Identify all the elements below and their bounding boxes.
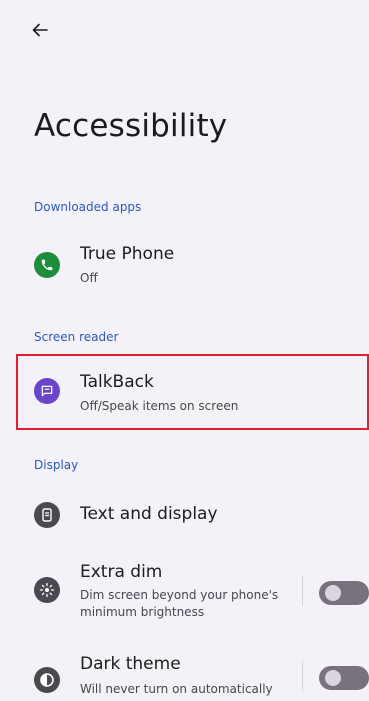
highlight-box [16, 354, 369, 430]
section-display: Display [34, 458, 79, 472]
text-display-icon [34, 502, 60, 528]
phone-icon [34, 252, 60, 278]
item-subtitle-line1: Dim screen beyond your phone's [80, 588, 279, 602]
section-screen-reader: Screen reader [34, 330, 119, 344]
divider [302, 576, 303, 606]
item-title: True Phone [80, 244, 175, 264]
item-subtitle-line2: minimum brightness [80, 605, 205, 619]
divider [302, 661, 303, 691]
section-downloaded-apps: Downloaded apps [34, 200, 142, 214]
extra-dim-icon [34, 577, 60, 603]
toggle-knob [325, 670, 341, 686]
item-title: Dark theme [80, 654, 181, 674]
item-title: Extra dim [80, 562, 163, 582]
item-title: Text and display [80, 504, 218, 524]
dark-theme-toggle[interactable] [319, 666, 369, 690]
item-subtitle: Will never turn on automatically [80, 682, 273, 696]
item-subtitle: Off [80, 271, 98, 285]
back-button[interactable] [26, 16, 54, 44]
list-item-text-and-display[interactable]: Text and display [0, 496, 369, 536]
extra-dim-toggle[interactable] [319, 581, 369, 605]
page-title: Accessibility [34, 108, 228, 144]
dark-theme-icon [34, 667, 60, 693]
toggle-knob [325, 585, 341, 601]
list-item-true-phone[interactable]: True Phone Off [0, 240, 369, 292]
list-item-dark-theme[interactable]: Dark theme Will never turn on automatica… [0, 652, 369, 701]
back-arrow-icon [32, 23, 48, 37]
list-item-extra-dim[interactable]: Extra dim Dim screen beyond your phone's… [0, 560, 369, 630]
